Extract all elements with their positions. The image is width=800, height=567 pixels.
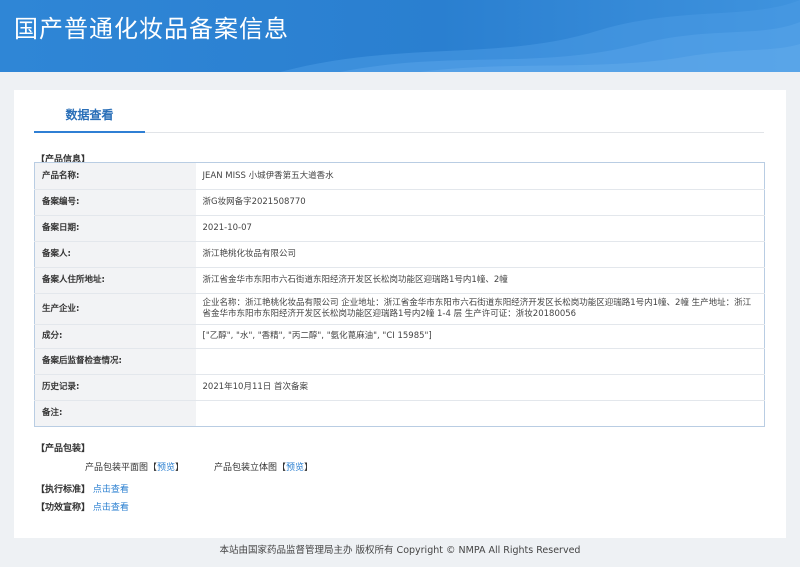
page-title: 国产普通化妆品备案信息: [14, 15, 289, 43]
bracket-open: 【: [277, 463, 287, 473]
tab-data-view[interactable]: 数据查看: [34, 105, 145, 133]
row-value: 浙江省金华市东阳市六石街道东阳经济开发区长松岗功能区迎瑞路1号内1幢、2幢: [195, 267, 765, 294]
section-product-package: 【产品包装】: [36, 444, 91, 454]
table-row: 备案人住所地址: 浙江省金华市东阳市六石街道东阳经济开发区长松岗功能区迎瑞路1号…: [34, 267, 765, 294]
efficacy-row: 【功效宣称】 点击查看: [36, 500, 129, 513]
row-value: 2021年10月11日 首次备案: [195, 374, 765, 401]
table-row: 备案人: 浙江艳桃化妆品有限公司: [34, 241, 765, 268]
section-efficacy: 【功效宣称】: [36, 503, 91, 513]
row-value: [196, 401, 765, 427]
table-row: 生产企业: 企业名称：浙江艳桃化妆品有限公司 企业地址：浙江省金华市东阳市六石街…: [34, 293, 765, 325]
tab-bar: 数据查看: [34, 105, 764, 133]
table-row: 备案日期: 2021-10-07: [34, 215, 765, 242]
package-solid-item: 产品包装立体图【预览】: [214, 460, 313, 473]
table-row: 成分: ["乙醇", "水", "香精", "丙二醇", "氨化蓖麻油", "C…: [34, 324, 765, 349]
table-row: 历史记录: 2021年10月11日 首次备案: [34, 374, 765, 401]
product-info-table: 产品名称: JEAN MISS 小城伊香第五大道香水 备案编号: 浙G妆网备字2…: [34, 162, 765, 427]
row-key: 生产企业:: [34, 293, 196, 325]
row-value: ["乙醇", "水", "香精", "丙二醇", "氨化蓖麻油", "CI 15…: [195, 324, 765, 349]
package-flat-item: 产品包装平面图【预览】: [85, 460, 184, 473]
site-footer: 本站由国家药品监督管理局主办 版权所有 Copyright © NMPA All…: [219, 545, 581, 556]
preview-solid-link[interactable]: 预览: [286, 463, 304, 473]
header-wave-decoration: [280, 0, 800, 72]
content-panel: 数据查看 【产品信息】 产品名称: JEAN MISS 小城伊香第五大道香水 备…: [14, 90, 786, 538]
standard-row: 【执行标准】 点击查看: [36, 482, 129, 495]
preview-flat-link[interactable]: 预览: [157, 463, 175, 473]
row-key: 产品名称:: [34, 162, 196, 190]
package-solid-label: 产品包装立体图: [214, 463, 278, 473]
package-flat-label: 产品包装平面图: [85, 463, 149, 473]
row-value: 浙G妆网备字2021508770: [195, 189, 765, 216]
efficacy-view-link[interactable]: 点击查看: [93, 503, 129, 513]
bracket-close: 】: [304, 463, 314, 473]
row-key: 备案后监督检查情况:: [34, 348, 196, 375]
row-key: 备案编号:: [34, 189, 196, 216]
row-value: 2021-10-07: [195, 215, 765, 242]
row-value: [195, 348, 765, 375]
standard-view-link[interactable]: 点击查看: [93, 485, 129, 495]
table-row: 备注:: [34, 400, 765, 427]
row-key: 历史记录:: [34, 374, 196, 401]
section-standard: 【执行标准】: [36, 485, 91, 495]
bracket-close: 】: [175, 463, 185, 473]
row-value: 浙江艳桃化妆品有限公司: [195, 241, 765, 268]
row-key: 成分:: [34, 324, 196, 349]
bracket-open: 【: [148, 463, 158, 473]
site-header: 国产普通化妆品备案信息: [0, 0, 800, 72]
row-value: JEAN MISS 小城伊香第五大道香水: [195, 162, 765, 190]
row-key: 备案人:: [34, 241, 196, 268]
table-row: 备案后监督检查情况:: [34, 348, 765, 375]
row-key: 备案日期:: [34, 215, 196, 242]
row-key: 备案人住所地址:: [34, 267, 196, 294]
table-row: 产品名称: JEAN MISS 小城伊香第五大道香水: [34, 162, 765, 190]
row-key: 备注:: [34, 400, 196, 427]
row-value: 企业名称：浙江艳桃化妆品有限公司 企业地址：浙江省金华市东阳市六石街道东阳经济开…: [195, 293, 765, 325]
table-row: 备案编号: 浙G妆网备字2021508770: [34, 189, 765, 216]
